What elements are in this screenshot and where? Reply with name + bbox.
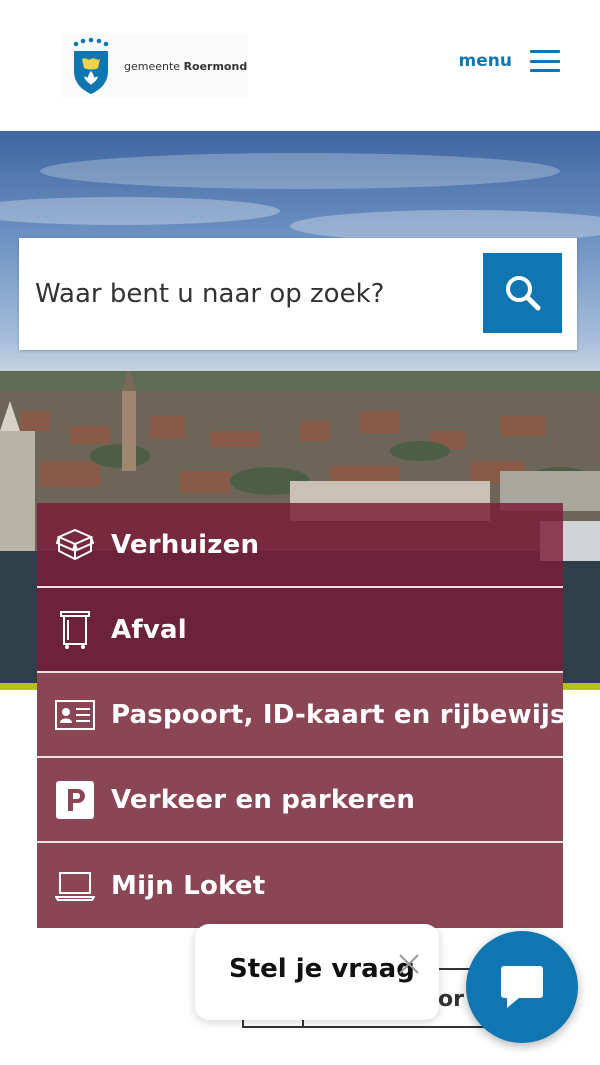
- close-icon[interactable]: [397, 952, 421, 976]
- menu-label: menu: [458, 51, 512, 71]
- tile-label: Paspoort, ID-kaart en rijbewijs: [111, 699, 566, 730]
- chat-prompt-bubble[interactable]: Stel je vraag: [195, 924, 439, 1020]
- coat-of-arms-icon: [66, 35, 116, 97]
- search-input[interactable]: [35, 266, 475, 322]
- site-header: gemeente Roermond menu: [0, 0, 600, 131]
- quick-links: Verhuizen Afval Paspoort, ID-kaart en ri…: [37, 503, 566, 928]
- logo-text: gemeente Roermond: [124, 60, 247, 73]
- chat-prompt-text: Stel je vraag: [229, 954, 415, 984]
- search-button[interactable]: [483, 253, 562, 333]
- tile-verhuizen[interactable]: Verhuizen: [37, 503, 563, 588]
- search-icon: [505, 276, 540, 311]
- id-card-icon: [55, 695, 95, 735]
- menu-button[interactable]: menu: [459, 50, 560, 72]
- tile-verkeer[interactable]: Verkeer en parkeren: [37, 758, 563, 843]
- municipality-logo[interactable]: gemeente Roermond: [62, 34, 248, 98]
- tile-mijn-loket[interactable]: Mijn Loket: [37, 843, 563, 928]
- logo-name: Roermond: [183, 59, 248, 73]
- tile-label: Verhuizen: [111, 529, 260, 560]
- tile-label: Mijn Loket: [111, 870, 266, 901]
- search-bar: [19, 238, 577, 350]
- laptop-icon: [55, 866, 95, 906]
- parking-icon: [55, 780, 95, 820]
- chat-icon: [501, 966, 543, 1008]
- tile-label: Verkeer en parkeren: [111, 784, 416, 815]
- waste-bin-icon: [55, 610, 95, 650]
- tile-label: Afval: [111, 614, 187, 645]
- logo-prefix: gemeente: [124, 59, 181, 73]
- tile-paspoort[interactable]: Paspoort, ID-kaart en rijbewijs: [37, 673, 566, 758]
- chat-launcher-button[interactable]: [466, 931, 578, 1043]
- moving-box-icon: [55, 525, 95, 565]
- hamburger-icon: [530, 50, 560, 72]
- tile-afval[interactable]: Afval: [37, 588, 563, 673]
